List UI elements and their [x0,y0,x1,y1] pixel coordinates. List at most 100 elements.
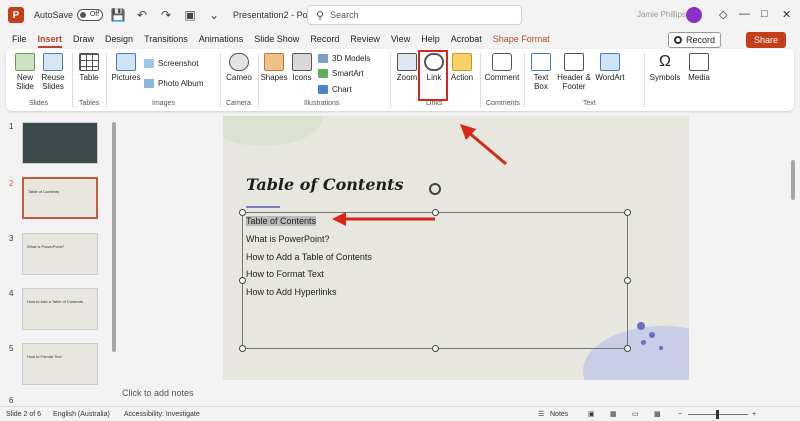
zoom-in-icon[interactable]: + [752,411,756,418]
tab-draw[interactable]: Draw [73,34,94,44]
tab-design[interactable]: Design [105,34,133,44]
text-box-button[interactable]: Text Box [528,53,554,91]
tab-view[interactable]: View [391,34,410,44]
ribbon: New Slide Reuse Slides Slides Table Tabl… [6,49,794,111]
new-slide-icon [15,53,35,71]
tab-shape-format[interactable]: Shape Format [493,34,550,44]
toc-item[interactable]: What is PowerPoint? [246,234,330,244]
resize-handle[interactable] [432,345,439,352]
photo-album-button[interactable]: Photo Album [144,79,203,88]
diamond-icon[interactable]: ◇ [719,8,727,21]
tab-review[interactable]: Review [350,34,380,44]
avatar[interactable] [686,7,702,23]
decor-dot [649,332,655,338]
screenshot-button[interactable]: Screenshot [144,59,198,68]
cameo-button[interactable]: Cameo [224,53,254,82]
zoom-out-icon[interactable]: − [678,411,682,418]
tab-animations[interactable]: Animations [199,34,244,44]
media-button[interactable]: Media [684,53,714,82]
undo-icon[interactable]: ↶ [133,6,151,24]
thumb-number: 5 [9,344,14,353]
notes-icon[interactable]: ☰ [538,410,544,418]
group-label-links: Links [426,100,443,107]
pictures-button[interactable]: Pictures [110,53,142,82]
reuse-slides-icon [43,53,63,71]
slide-sorter-icon[interactable]: ▦ [610,410,617,418]
shapes-button[interactable]: Shapes [260,53,288,82]
zoom-button[interactable]: Zoom [394,53,420,82]
3d-models-button[interactable]: 3D Models [318,54,370,63]
tab-acrobat[interactable]: Acrobat [451,34,482,44]
wordart-button[interactable]: WordArt [593,53,627,82]
zoom-slider-thumb[interactable] [716,410,719,419]
autosave-toggle[interactable]: Off [77,9,104,21]
chart-icon [318,85,328,94]
toc-item[interactable]: How to Format Text [246,269,324,279]
language-indicator[interactable]: English (Australia) [53,411,110,418]
tab-record[interactable]: Record [310,34,339,44]
decor-dot [659,346,663,350]
notes-placeholder[interactable]: Click to add notes [122,388,194,398]
thumb-title: What is PowerPoint? [27,244,65,249]
tab-help[interactable]: Help [421,34,440,44]
toc-item[interactable]: How to Add a Table of Contents [246,252,372,262]
accessibility-status[interactable]: Accessibility: Investigate [124,411,200,418]
slide-thumbnail-1[interactable] [22,122,98,164]
action-button[interactable]: Action [449,53,475,82]
rotate-handle-icon[interactable] [429,183,441,195]
icons-button[interactable]: Icons [290,53,314,82]
slide-title[interactable]: Table of Contents [246,175,404,194]
thumb-number: 2 [9,179,14,188]
search-input[interactable]: ⚲ Search [307,5,522,25]
resize-handle[interactable] [239,345,246,352]
slide-thumbnail-4[interactable]: How to Add a Table of Contents [22,288,98,330]
slide-thumbnail-3[interactable]: What is PowerPoint? [22,233,98,275]
group-label-tables: Tables [79,100,100,107]
resize-handle[interactable] [624,209,631,216]
annotation-arrow-left [332,212,435,226]
reading-view-icon[interactable]: ▭ [632,410,639,418]
content-textbox[interactable] [239,209,631,352]
group-label-text: Text [583,100,596,107]
more-icon[interactable]: ⌄ [205,6,223,24]
save-icon[interactable]: 💾 [109,6,127,24]
resize-handle[interactable] [239,277,246,284]
action-icon [452,53,472,71]
comment-button[interactable]: Comment [484,53,520,82]
header-footer-button[interactable]: Header & Footer [557,53,591,91]
chart-button[interactable]: Chart [318,85,352,94]
resize-handle[interactable] [239,209,246,216]
slide-scrollbar[interactable] [791,160,795,200]
tab-slide-show[interactable]: Slide Show [254,34,299,44]
minimize-icon[interactable]: — [739,8,750,20]
slideshow-icon[interactable]: ▩ [654,410,661,418]
maximize-icon[interactable]: □ [761,8,768,20]
resize-handle[interactable] [624,345,631,352]
thumbnail-scrollbar[interactable] [112,122,116,352]
symbols-button[interactable]: Ω Symbols [648,53,682,82]
tab-file[interactable]: File [12,34,27,44]
record-button[interactable]: Record [668,32,722,48]
new-slide-button[interactable]: New Slide [12,53,38,91]
comment-icon [492,53,512,71]
share-button[interactable]: Share [746,32,786,48]
slide-thumbnail-2[interactable]: Table of Contents [22,177,98,219]
tab-insert[interactable]: Insert [37,34,62,48]
present-icon[interactable]: ▣ [181,6,199,24]
redo-icon[interactable]: ↷ [157,6,175,24]
close-icon[interactable]: ✕ [782,8,791,21]
3d-models-icon [318,54,328,63]
slide-thumbnail-5[interactable]: How to Format Text [22,343,98,385]
table-button[interactable]: Table [76,53,102,82]
normal-view-icon[interactable]: ▣ [588,410,595,418]
toc-item-selected[interactable]: Table of Contents [246,216,317,226]
toc-item[interactable]: How to Add Hyperlinks [246,287,337,297]
reuse-slides-button[interactable]: Reuse Slides [40,53,66,91]
zoom-icon [397,53,417,71]
action-label: Action [450,73,474,82]
resize-handle[interactable] [624,277,631,284]
smartart-button[interactable]: SmartArt [318,69,364,78]
notes-button[interactable]: Notes [550,411,568,418]
divider [644,53,645,107]
tab-transitions[interactable]: Transitions [144,34,188,44]
